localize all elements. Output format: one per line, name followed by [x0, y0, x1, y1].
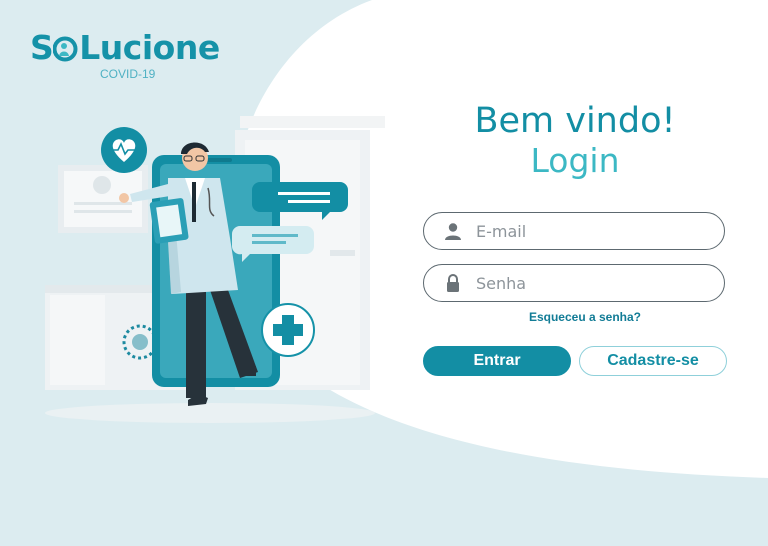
lock-icon: [447, 274, 459, 292]
logo-subtitle: COVID-19: [100, 67, 156, 81]
enter-button[interactable]: Entrar: [423, 346, 571, 376]
welcome-heading: Bem vindo!: [474, 101, 676, 141]
user-icon: [445, 223, 461, 240]
password-field[interactable]: [423, 264, 725, 302]
forgot-password-link[interactable]: Esqueceu a senha?: [420, 310, 730, 324]
email-field[interactable]: [423, 212, 725, 250]
email-input[interactable]: [474, 213, 718, 250]
login-panel: Bem vindo! Login Esqueceu a senha? Entra…: [420, 100, 730, 376]
doctor-illustration: [45, 116, 385, 423]
logo-mark-icon: [52, 33, 79, 62]
login-title: Login: [530, 141, 620, 180]
logo: S Lucione COVID-19: [30, 28, 230, 82]
password-input[interactable]: [474, 265, 718, 302]
register-button[interactable]: Cadastre-se: [579, 346, 727, 376]
logo-wordmark: S Lucione: [30, 28, 220, 67]
